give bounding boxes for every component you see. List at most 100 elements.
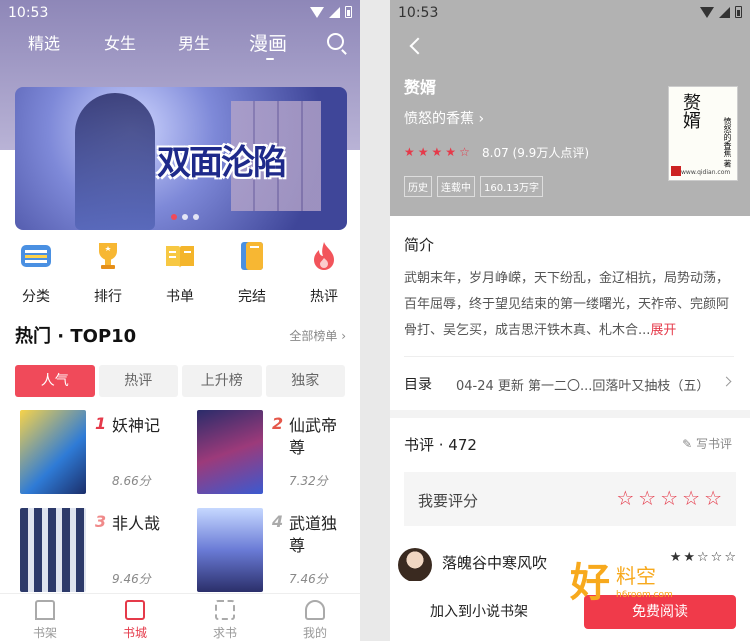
book-name: 仙武帝尊	[289, 416, 338, 457]
star-outline-icon[interactable]: ☆	[660, 486, 678, 510]
book-cover	[197, 508, 263, 592]
banner-carousel[interactable]: 双面沦陷	[15, 87, 347, 230]
star-filled-icon: ★	[431, 145, 443, 159]
tab-bookshelf[interactable]: 书架	[15, 600, 75, 641]
tab-featured[interactable]: 精选	[28, 30, 60, 54]
all-rankings-label: 全部榜单	[289, 329, 338, 343]
review-heading: 书评 · 472	[404, 436, 477, 454]
book-detail-screen: 10:53 赘婿 愤怒的香蕉 › ★ ★ ★ ★ ☆ 8.07 (9.9万人点评…	[390, 0, 750, 641]
ranked-book-item[interactable]: 1 妖神记 8.66分	[20, 410, 190, 500]
shortcut-label: 书单	[166, 289, 194, 305]
watermark-logo: 好 料空 h6room.com	[570, 550, 720, 610]
segment-rising[interactable]: 上升榜	[182, 365, 262, 397]
segment-popularity[interactable]: 人气	[15, 365, 95, 397]
active-tab-indicator	[266, 58, 274, 60]
table-of-contents-row[interactable]: 目录 04-24 更新 第一二〇...回落叶又抽枝（五）	[404, 374, 734, 394]
tab-male[interactable]: 男生	[178, 30, 210, 54]
signal-icon	[719, 6, 730, 18]
intro-heading: 简介	[404, 236, 435, 254]
book-name: 妖神记	[112, 416, 161, 435]
ranked-book-item[interactable]: 3 非人哉 9.46分	[20, 508, 190, 598]
top-nav: 精选 女生 男生 漫画	[0, 30, 360, 64]
rate-stars[interactable]: ☆ ☆ ☆ ☆ ☆	[616, 486, 722, 510]
book-tags: 历史 连载中 160.13万字	[404, 176, 543, 197]
carousel-dot	[171, 214, 177, 220]
shortcut-label: 完结	[238, 289, 266, 305]
rating-count: (9.9万人点评)	[512, 146, 589, 160]
tag: 历史	[404, 176, 432, 197]
shortcut-categories[interactable]: 分类	[6, 240, 66, 306]
star-outline-icon[interactable]: ☆	[704, 486, 722, 510]
book-score: 8.66分	[112, 474, 151, 488]
grid-icon	[215, 600, 235, 620]
author-link[interactable]: 愤怒的香蕉 ›	[404, 108, 484, 128]
shortcut-hot-reviews[interactable]: 热评	[294, 240, 354, 306]
tab-bookstore[interactable]: 书城	[105, 600, 165, 641]
chevron-right-icon: ›	[341, 329, 346, 343]
tab-comics[interactable]: 漫画	[249, 29, 287, 56]
shortcut-label: 分类	[22, 289, 50, 305]
tab-request-book[interactable]: 求书	[195, 600, 255, 641]
latest-chapter: 第一二〇...回落叶又抽枝（五）	[528, 379, 710, 394]
book-score: 9.46分	[112, 572, 151, 586]
add-to-shelf-button[interactable]: 加入到小说书架	[430, 601, 528, 621]
book-cover	[20, 410, 86, 494]
book-open-icon	[166, 246, 194, 268]
tab-label: 书架	[32, 626, 57, 640]
cover-author: 愤怒的香蕉 著	[723, 117, 732, 168]
rate-box: 我要评分 ☆ ☆ ☆ ☆ ☆	[404, 472, 736, 526]
book-score: 7.46分	[289, 572, 328, 586]
cover-title: 赘婿	[680, 93, 701, 129]
rating-text: 8.07 (9.9万人点评)	[482, 144, 589, 161]
rate-label: 我要评分	[418, 492, 479, 510]
status-time: 10:53	[398, 5, 439, 21]
star-outline-icon[interactable]: ☆	[638, 486, 656, 510]
watermark-url: h6room.com	[616, 590, 673, 600]
bottom-tab-bar: 书架 书城 求书 我的	[0, 593, 360, 641]
cover-site: www.qidian.com	[681, 169, 731, 176]
trophy-icon	[99, 243, 117, 269]
chevron-right-icon: ›	[478, 111, 485, 127]
shortcut-ranking[interactable]: 排行	[78, 240, 138, 306]
tag: 160.13万字	[480, 176, 543, 197]
list-icon	[21, 245, 51, 267]
rating-stars: ★ ★ ★ ★ ☆	[404, 145, 470, 159]
ranked-book-item[interactable]: 4 武道独尊 7.46分	[197, 508, 360, 598]
shortcut-booklists[interactable]: 书单	[150, 240, 210, 306]
star-outline-icon[interactable]: ☆	[616, 486, 634, 510]
bookmark-book-icon	[241, 242, 263, 270]
star-filled-icon: ★	[445, 145, 457, 159]
hot-section-title: 热门 · TOP10	[15, 326, 137, 347]
status-bar: 10:53	[390, 0, 750, 26]
banner-character-art	[75, 93, 155, 230]
star-half-icon: ☆	[459, 145, 470, 159]
tag: 连载中	[437, 176, 475, 197]
shortcut-completed[interactable]: 完结	[222, 240, 282, 306]
book-score: 7.32分	[289, 474, 328, 488]
segment-hot-reviews[interactable]: 热评	[98, 365, 178, 397]
book-cover	[197, 410, 263, 494]
toc-date: 04-24 更新	[456, 375, 524, 394]
star-outline-icon[interactable]: ☆	[682, 486, 700, 510]
toc-date-value: 04-24	[456, 379, 494, 394]
tab-profile[interactable]: 我的	[285, 600, 345, 641]
cover-seal	[671, 166, 681, 176]
search-icon[interactable]	[327, 33, 344, 50]
write-review-button[interactable]: ✎ 写书评	[682, 435, 732, 452]
segment-exclusive[interactable]: 独家	[265, 365, 345, 397]
toc-update-word: 更新	[497, 379, 524, 394]
rank-number: 1	[95, 414, 107, 433]
intro-body: 武朝末年，岁月峥嵘，天下纷乱，金辽相抗，局势动荡，百年屈辱，终于望见结束的第一缕…	[404, 271, 730, 338]
divider	[404, 356, 734, 357]
flame-icon	[314, 242, 334, 270]
book-cover: 赘婿 愤怒的香蕉 著 www.qidian.com	[668, 86, 738, 181]
tab-female[interactable]: 女生	[104, 30, 136, 54]
shortcut-label: 热评	[310, 289, 338, 305]
wifi-icon	[310, 6, 324, 18]
expand-link[interactable]: 展开	[650, 323, 676, 338]
rank-number: 2	[272, 414, 284, 433]
book-name: 武道独尊	[289, 514, 338, 555]
ranked-book-item[interactable]: 2 仙武帝尊 7.32分	[197, 410, 360, 500]
all-rankings-link[interactable]: 全部榜单 ›	[289, 327, 346, 344]
rank-number: 3	[95, 512, 107, 531]
